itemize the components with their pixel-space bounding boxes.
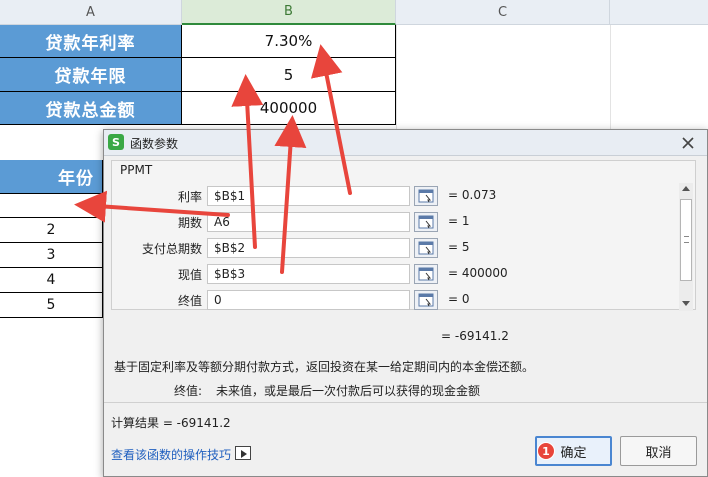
collapse-dialog-button-rate[interactable] <box>414 186 438 206</box>
cell-text: 贷款年限 <box>54 67 127 87</box>
dialog-title: 函数参数 <box>130 137 179 151</box>
arg-label-rate: 利率 <box>177 190 202 204</box>
period-input[interactable]: A6 <box>207 212 410 232</box>
column-header-a[interactable]: A <box>0 0 182 25</box>
function-tips-link[interactable]: 查看该函数的操作技巧 <box>111 446 231 463</box>
arg-result-fv: = 0 <box>448 292 470 306</box>
dialog-titlebar[interactable]: S 函数参数 <box>104 130 707 156</box>
year-cell[interactable]: 2 <box>0 218 103 243</box>
function-arguments-dialog: S 函数参数 PPMT 利率 $B$1 = 0.073 期数 A6 = 1 支付… <box>103 129 708 477</box>
pv-input[interactable]: $B$3 <box>207 264 410 284</box>
label-cell-amount[interactable]: 贷款总金额 <box>0 92 182 125</box>
scroll-up-icon[interactable] <box>682 186 690 191</box>
function-description: 基于固定利率及等额分期付款方式，返回投资在某一给定期间内的本金偿还额。 <box>114 360 535 374</box>
collapse-dialog-button-fv[interactable] <box>414 290 438 310</box>
grid-line <box>610 25 611 129</box>
column-header-label: B <box>284 4 293 19</box>
grip-icon <box>684 236 689 243</box>
year-header-cell[interactable]: 年份 <box>0 160 103 194</box>
column-header-label: A <box>86 4 95 20</box>
formula-result: = -69141.2 <box>441 329 509 343</box>
range-select-icon <box>418 293 434 307</box>
cell-text: 年份 <box>58 169 94 189</box>
cell-text: 4 <box>46 272 56 288</box>
arg-label-period: 期数 <box>177 216 202 230</box>
cell-text: 3 <box>46 247 56 263</box>
arg-result-rate: = 0.073 <box>448 188 497 202</box>
collapse-dialog-button-pv[interactable] <box>414 264 438 284</box>
column-header-label: C <box>497 4 508 20</box>
scroll-down-icon[interactable] <box>682 301 690 306</box>
label-cell-rate[interactable]: 贷款年利率 <box>0 25 182 58</box>
arg-label-fv: 终值 <box>177 294 202 308</box>
year-cell[interactable] <box>0 194 103 218</box>
range-select-icon <box>418 241 434 255</box>
arg-result-period: = 1 <box>448 214 470 228</box>
cell-text: 贷款年利率 <box>45 33 136 54</box>
function-name: PPMT <box>120 163 153 177</box>
argument-help-text: 未来值，或是最后一次付款后可以获得的现金金额 <box>216 384 481 398</box>
grid-line <box>396 25 397 129</box>
rate-input[interactable]: $B$1 <box>207 186 410 206</box>
range-select-icon <box>418 267 434 281</box>
close-icon[interactable] <box>675 134 701 152</box>
arg-result-nper: = 5 <box>448 240 470 254</box>
value-cell-rate[interactable]: 7.30% <box>182 25 396 58</box>
range-select-icon <box>418 189 434 203</box>
wps-spreadsheet-icon: S <box>108 134 124 150</box>
cell-text: 400000 <box>259 99 318 117</box>
ok-button-label: 确定 <box>560 445 587 461</box>
year-cell[interactable]: 5 <box>0 293 103 318</box>
value-cell-amount[interactable]: 400000 <box>182 92 396 125</box>
column-header-c[interactable]: C <box>396 0 610 25</box>
cancel-button[interactable]: 取消 <box>620 436 697 466</box>
arg-label-pv: 现值 <box>177 268 202 282</box>
cell-text: 5 <box>46 297 56 313</box>
fv-input[interactable]: 0 <box>207 290 410 310</box>
arguments-scrollbar[interactable] <box>679 183 693 311</box>
calculation-result: 计算结果 = -69141.2 <box>111 416 231 430</box>
cancel-button-label: 取消 <box>645 445 672 461</box>
nper-input[interactable]: $B$2 <box>207 238 410 258</box>
cell-text: 5 <box>283 65 294 84</box>
arg-result-pv: = 400000 <box>448 266 508 280</box>
divider <box>104 402 707 403</box>
collapse-dialog-button-nper[interactable] <box>414 238 438 258</box>
arguments-group: PPMT 利率 $B$1 = 0.073 期数 A6 = 1 支付总期数 $B$… <box>111 160 696 311</box>
step-badge: 1 <box>537 442 555 460</box>
value-cell-years[interactable]: 5 <box>182 58 396 92</box>
year-cell[interactable]: 4 <box>0 268 103 293</box>
video-play-icon[interactable] <box>235 446 251 460</box>
argument-help-label: 终值: <box>174 384 203 398</box>
column-header-b[interactable]: B <box>182 0 396 25</box>
cell-text: 2 <box>46 222 56 238</box>
label-cell-years[interactable]: 贷款年限 <box>0 58 182 92</box>
collapse-dialog-button-period[interactable] <box>414 212 438 232</box>
arg-label-nper: 支付总期数 <box>141 242 202 256</box>
cell-text: 7.30% <box>264 32 313 50</box>
year-cell[interactable]: 3 <box>0 243 103 268</box>
scrollbar-thumb[interactable] <box>680 199 692 281</box>
cell-text: 贷款总金额 <box>45 100 136 121</box>
range-select-icon <box>418 215 434 229</box>
column-header-empty <box>610 0 708 25</box>
